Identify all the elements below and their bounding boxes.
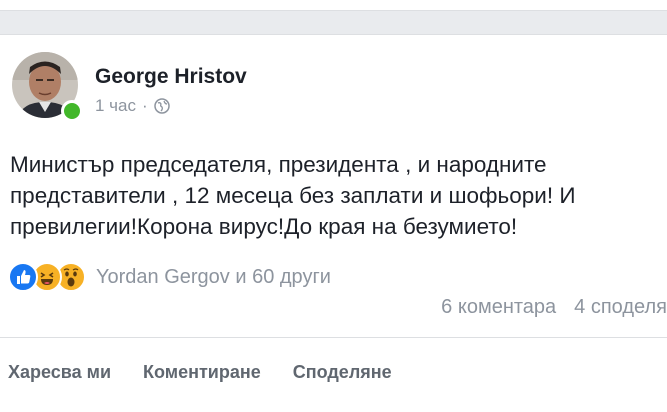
- like-button[interactable]: Харесва ми: [8, 362, 111, 383]
- reactions-summary[interactable]: Yordan Gergov и 60 други: [8, 260, 331, 294]
- post-time[interactable]: 1 час: [95, 96, 136, 116]
- post-actions-bar: Харесва ми Коментиране Споделяне: [8, 362, 424, 383]
- globe-icon[interactable]: [153, 98, 170, 114]
- actions-divider: [0, 337, 667, 338]
- meta-separator: ·: [142, 96, 148, 115]
- avatar[interactable]: [12, 52, 83, 122]
- shares-count[interactable]: 4 споделя: [574, 296, 667, 319]
- post-meta: 1 час ·: [95, 96, 170, 116]
- comments-count[interactable]: 6 коментара: [441, 296, 556, 319]
- share-button[interactable]: Споделяне: [293, 362, 392, 383]
- like-icon: [8, 262, 38, 292]
- post-card: George Hristov 1 час · Министър председа…: [0, 34, 667, 412]
- engagement-counts: 6 коментара 4 споделя: [441, 296, 667, 319]
- reactions-label[interactable]: Yordan Gergov и 60 други: [96, 266, 331, 289]
- previous-post-card: [0, 0, 667, 11]
- post-text: Министър председателя, президента , и на…: [10, 152, 576, 239]
- author-name[interactable]: George Hristov: [95, 65, 247, 89]
- online-status-dot: [61, 100, 83, 122]
- comment-button[interactable]: Коментиране: [143, 362, 261, 383]
